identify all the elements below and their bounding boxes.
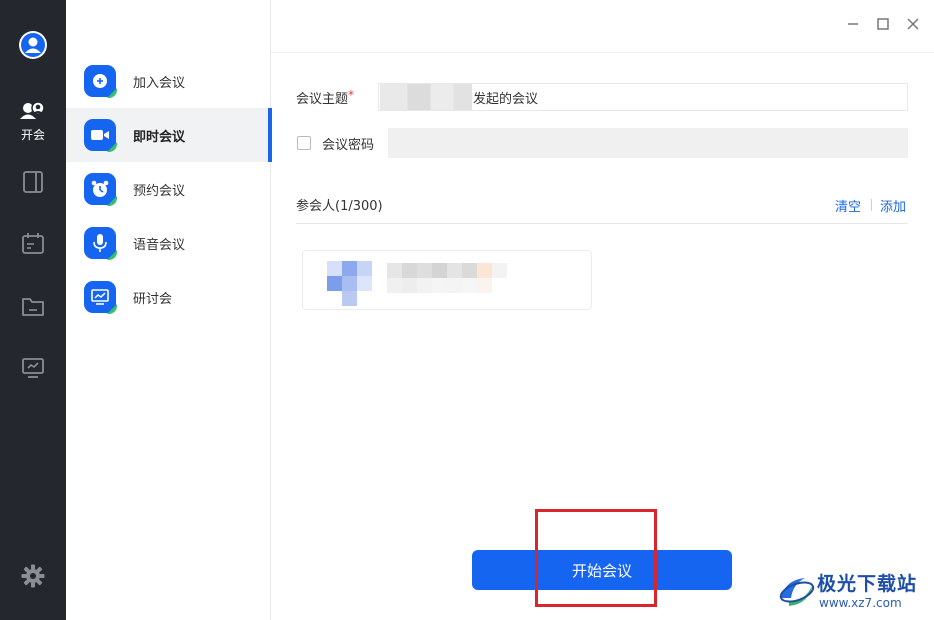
presentation-icon [84, 281, 117, 314]
participant-card[interactable] [302, 250, 592, 310]
screen-share-icon [22, 358, 44, 378]
menu-item-label: 预约会议 [133, 183, 186, 199]
notebook-icon [23, 171, 43, 193]
title-divider [271, 52, 934, 53]
password-label: 会议密码 [322, 138, 375, 153]
user-avatar[interactable] [19, 31, 47, 59]
video-camera-icon [84, 119, 117, 152]
menu-item-label: 语音会议 [133, 237, 186, 253]
watermark-logo-icon [779, 578, 815, 606]
meeting-icon [20, 101, 45, 119]
rail-item-meeting-label: 开会 [20, 128, 45, 142]
minimize-button[interactable] [843, 14, 863, 34]
alarm-clock-icon [84, 173, 117, 206]
participants-label: 参会人(1/300) [296, 199, 383, 214]
menu-item-label: 即时会议 [133, 129, 186, 145]
add-participant-link[interactable]: 添加 [880, 196, 906, 215]
rail-item-screen-share[interactable] [0, 356, 66, 380]
rail-item-notebook[interactable] [0, 170, 66, 194]
folder-icon [22, 298, 44, 316]
subject-label-wrap: 会议主题* [296, 88, 354, 107]
rail-item-meeting[interactable]: 开会 [0, 100, 66, 143]
join-plus-icon [84, 65, 117, 98]
watermark-title: 极光下载站 [817, 573, 918, 595]
user-avatar-icon [21, 33, 45, 57]
redacted-name [380, 84, 472, 110]
menu-item-instant-meeting[interactable]: 即时会议 [66, 108, 272, 162]
menu-item-scheduled-meeting[interactable]: 预约会议 [66, 162, 271, 216]
menu-item-label: 加入会议 [133, 75, 186, 91]
close-button[interactable] [903, 14, 923, 34]
required-mark: * [348, 88, 355, 102]
meeting-type-menu: 加入会议 即时会议 预约会议 语音会议 研讨会 [66, 0, 272, 620]
close-icon [907, 18, 919, 30]
settings-gear-icon [21, 564, 45, 588]
link-divider [871, 199, 872, 211]
watermark-url: www.xz7.com [819, 596, 902, 610]
menu-item-join-meeting[interactable]: 加入会议 [66, 54, 271, 108]
maximize-button[interactable] [873, 14, 893, 34]
rail-item-calendar[interactable] [0, 232, 66, 256]
highlight-annotation [535, 509, 657, 607]
password-checkbox[interactable] [297, 136, 311, 150]
menu-item-label: 研讨会 [133, 291, 173, 307]
subject-input-value: 发起的会议 [473, 91, 539, 107]
watermark: 极光下载站 www.xz7.com [775, 566, 931, 616]
rail-item-settings[interactable] [0, 563, 66, 589]
subject-label: 会议主题 [296, 92, 349, 107]
menu-item-voice-meeting[interactable]: 语音会议 [66, 216, 271, 270]
left-rail: 开会 [0, 0, 66, 620]
menu-item-seminar[interactable]: 研讨会 [66, 270, 271, 324]
microphone-icon [84, 227, 117, 260]
clear-participants-link[interactable]: 清空 [835, 196, 861, 215]
maximize-icon [877, 18, 889, 30]
calendar-icon [22, 233, 44, 254]
participants-divider [296, 223, 908, 224]
password-input[interactable] [388, 128, 908, 158]
minimize-icon [848, 23, 858, 25]
rail-item-folder[interactable] [0, 294, 66, 318]
